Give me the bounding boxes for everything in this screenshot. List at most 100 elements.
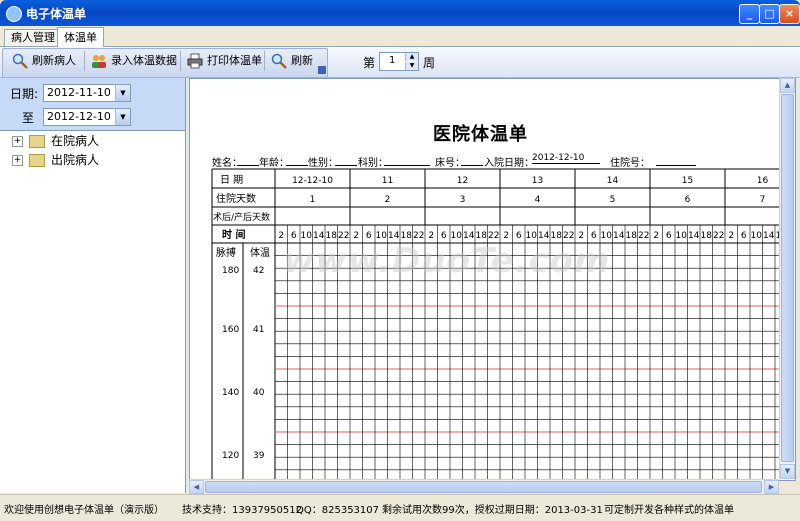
hour-cell: 18 <box>626 231 638 241</box>
hour-cell: 6 <box>516 231 522 241</box>
hour-cell: 6 <box>366 231 372 241</box>
close-button[interactable]: × <box>779 4 800 24</box>
status-bar: 欢迎使用创想电子体温单（演示版） 技术支持：13937950512 QQ：825… <box>0 494 800 521</box>
maximize-button[interactable]: □ <box>759 4 780 24</box>
trial-text: 剩余试用次数99次，授权过期日期：2013-03-31 <box>382 505 603 516</box>
vertical-scrollbar[interactable]: ▲ ▼ <box>779 78 795 479</box>
hour-cell: 14 <box>688 231 700 241</box>
tab-patient-management[interactable]: 病人管理 <box>4 29 62 46</box>
hour-cell: 22 <box>713 231 724 241</box>
expand-icon[interactable]: + <box>12 155 23 166</box>
hour-cell: 2 <box>428 231 434 241</box>
hour-cell: 10 <box>376 231 388 241</box>
horizontal-scroll-thumb[interactable] <box>205 481 762 493</box>
toolbar-separator <box>180 51 181 71</box>
chevron-down-icon[interactable]: ▼ <box>115 85 130 101</box>
temp-scale-label: 40 <box>253 388 265 398</box>
refresh-patient-button[interactable]: 刷新病人 <box>12 51 76 71</box>
hour-cell: 10 <box>526 231 538 241</box>
week-down-icon[interactable]: ▼ <box>405 62 418 70</box>
custom-text: 可定制开发各种样式的体温单 <box>604 505 734 516</box>
hour-cell: 14 <box>613 231 625 241</box>
vertical-scroll-thumb[interactable] <box>781 94 794 462</box>
app-icon <box>6 6 22 22</box>
date-cell: 15 <box>682 176 693 186</box>
day-count-cell: 2 <box>385 195 391 205</box>
hour-cell: 2 <box>578 231 584 241</box>
hour-cell: 18 <box>401 231 413 241</box>
magnifier-icon <box>12 53 28 69</box>
hour-cell: 18 <box>551 231 563 241</box>
toolbar-separator <box>264 51 265 71</box>
hour-cell: 14 <box>388 231 400 241</box>
hour-cell: 6 <box>741 231 747 241</box>
tree-item-discharged[interactable]: + 出院病人 <box>12 151 99 169</box>
week-value: 1 <box>389 55 396 66</box>
expand-icon[interactable]: + <box>12 136 23 147</box>
hour-cell: 6 <box>591 231 597 241</box>
row-label-postop: 术后/产后天数 <box>213 211 270 223</box>
horizontal-scrollbar[interactable]: ◀ ▶ <box>189 479 779 494</box>
minimize-button[interactable]: _ <box>739 4 760 24</box>
hour-cell: 10 <box>676 231 688 241</box>
pulse-label: 脉搏 <box>216 246 236 259</box>
refresh-button[interactable]: 刷新 <box>271 51 313 71</box>
tab-temperature-sheet[interactable]: 体温单 <box>57 27 104 47</box>
print-sheet-button[interactable]: 打印体温单 <box>187 51 262 71</box>
hour-cell: 10 <box>751 231 763 241</box>
week-stepper[interactable]: 1 ▲ ▼ <box>379 52 419 71</box>
welcome-text: 欢迎使用创想电子体温单（演示版） <box>4 505 164 516</box>
date-cell: 12-12-10 <box>292 176 333 186</box>
day-count-cell: 4 <box>535 195 541 205</box>
date-to-select[interactable]: 2012-12-10 ▼ <box>43 108 131 126</box>
tab-strip: 病人管理 体温单 <box>0 26 800 47</box>
temp-scale-label: 39 <box>253 451 265 461</box>
date-from-value: 2012-11-10 <box>47 86 111 99</box>
hour-cell: 22 <box>638 231 649 241</box>
refresh-patient-label: 刷新病人 <box>32 54 76 67</box>
hour-cell: 22 <box>563 231 574 241</box>
date-cell: 14 <box>607 176 619 186</box>
scroll-right-icon[interactable]: ▶ <box>764 480 779 494</box>
folder-icon <box>29 135 45 148</box>
chevron-down-icon[interactable]: ▼ <box>115 109 130 125</box>
week-up-icon[interactable]: ▲ <box>405 53 418 61</box>
scroll-left-icon[interactable]: ◀ <box>189 480 204 494</box>
week-prefix: 第 <box>363 56 376 70</box>
temp-scale-label: 42 <box>253 266 264 276</box>
hour-cell: 6 <box>291 231 297 241</box>
date-cell: 11 <box>382 176 393 186</box>
temp-scale-label: 41 <box>253 325 264 335</box>
date-cell: 16 <box>757 176 769 186</box>
hour-cell: 14 <box>463 231 475 241</box>
to-label: 至 <box>22 111 35 125</box>
hour-cell: 22 <box>338 231 349 241</box>
day-count-cell: 3 <box>460 195 466 205</box>
date-filter: 日期: 2012-11-10 ▼ 至 2012-12-10 ▼ <box>0 78 185 130</box>
tree-item-label: 出院病人 <box>51 153 100 167</box>
hour-cell: 2 <box>653 231 659 241</box>
enter-temperature-data-button[interactable]: 录入体温数据 <box>91 51 177 71</box>
date-cell: 13 <box>532 176 543 186</box>
pulse-scale-label: 160 <box>222 325 239 335</box>
date-label: 日期: <box>10 87 39 101</box>
toolbar: 刷新病人 录入体温数据 打印体温单 刷新 第 1 ▲ ▼ 周 <box>0 47 800 78</box>
row-label-days: 住院天数 <box>216 192 256 205</box>
hour-cell: 6 <box>441 231 447 241</box>
tree-item-inpatients[interactable]: + 在院病人 <box>12 132 99 150</box>
toolbar-overflow-icon[interactable] <box>318 66 326 74</box>
day-count-cell: 5 <box>610 195 616 205</box>
hour-cell: 10 <box>301 231 313 241</box>
date-cell: 12 <box>457 176 468 186</box>
temp-label: 体温 <box>250 247 270 259</box>
hour-cell: 18 <box>476 231 488 241</box>
toolbar-separator <box>84 51 85 71</box>
date-from-select[interactable]: 2012-11-10 ▼ <box>43 84 131 102</box>
hour-cell: 6 <box>666 231 672 241</box>
scroll-up-icon[interactable]: ▲ <box>780 78 795 93</box>
scroll-down-icon[interactable]: ▼ <box>780 464 795 479</box>
pulse-scale-label: 180 <box>222 266 239 276</box>
magnifier-icon <box>271 53 287 69</box>
day-count-cell: 1 <box>310 195 316 205</box>
row-label-time: 时 间 <box>222 228 245 241</box>
